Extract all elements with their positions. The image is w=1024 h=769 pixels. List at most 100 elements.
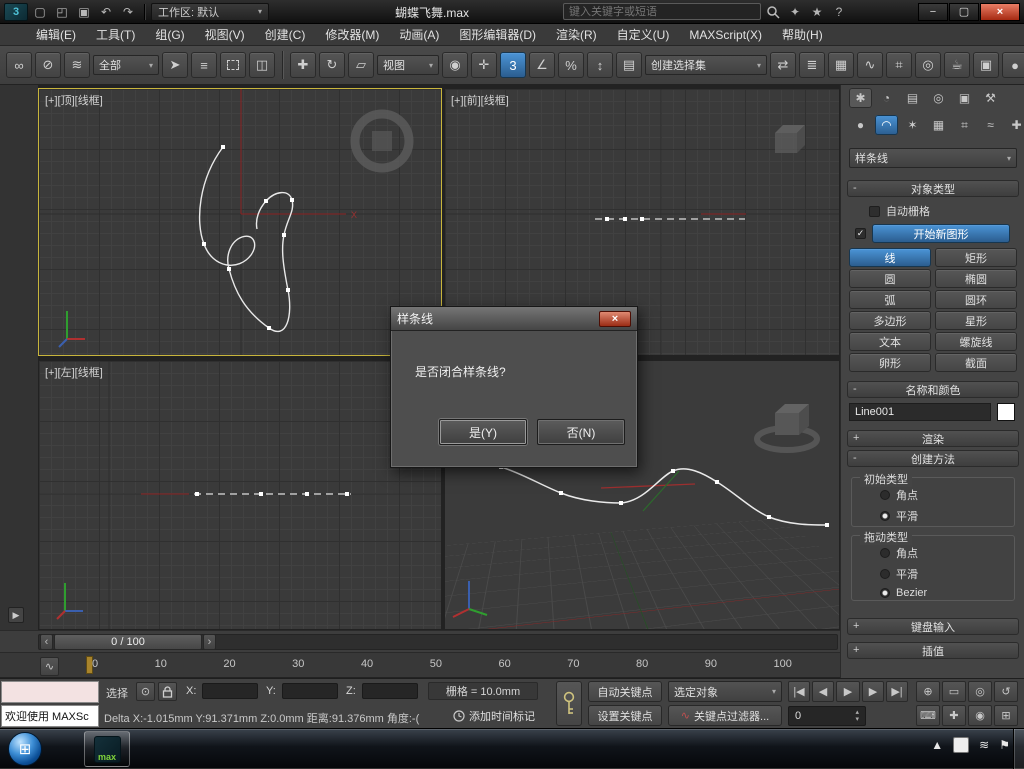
select-manipulate-icon[interactable]: ✛ [471, 52, 497, 78]
schematic-view-icon[interactable]: ⌗ [886, 52, 912, 78]
show-desktop-button[interactable] [1013, 729, 1024, 769]
rollout-keyboard-entry[interactable]: + 键盘输入 [847, 618, 1019, 635]
field-of-view-icon[interactable]: ◉ [968, 705, 992, 726]
x-coordinate-field[interactable] [202, 683, 258, 699]
viewcube[interactable] [757, 404, 817, 450]
start-button[interactable]: ⊞ [8, 732, 42, 766]
subtab-cameras[interactable]: ▦ [927, 115, 950, 135]
autogrid-checkbox[interactable] [869, 206, 880, 217]
time-slider[interactable]: ‹ 0 / 100 › [0, 630, 840, 652]
tab-motion[interactable]: ◎ [927, 88, 950, 108]
minimize-button[interactable]: − [918, 3, 948, 21]
zoom-extents-icon[interactable]: ◎ [968, 681, 992, 702]
select-by-name-icon[interactable]: ≡ [191, 52, 217, 78]
network-icon[interactable]: ≋ [979, 738, 989, 752]
dialog-close-icon[interactable]: × [599, 311, 631, 327]
menu-group[interactable]: 组(G) [145, 23, 194, 46]
curve-editor-icon[interactable]: ∿ [857, 52, 883, 78]
subtab-lights[interactable]: ✶ [901, 115, 924, 135]
current-frame-field[interactable]: 0 ▴▾ [788, 706, 866, 726]
open-file-icon[interactable]: ◰ [52, 3, 72, 21]
subtab-systems[interactable]: ✚ [1005, 115, 1024, 135]
radio-drag-bezier[interactable]: Bezier [880, 587, 1014, 599]
percent-snap-icon[interactable]: % [558, 52, 584, 78]
key-filters-button[interactable]: ∿ 关键点过滤器... [668, 705, 782, 726]
taskbar-3dsmax-app[interactable]: max [84, 731, 130, 767]
viewport-top[interactable]: [+][顶][线框] X [38, 88, 442, 356]
subtab-helpers[interactable]: ⌗ [953, 115, 976, 135]
spinner-icon[interactable]: ▴▾ [855, 709, 859, 723]
rendered-frame-icon[interactable]: ▣ [973, 52, 999, 78]
redo-icon[interactable]: ↷ [118, 3, 138, 21]
select-and-link-icon[interactable]: ∞ [6, 52, 32, 78]
spinner-snap-icon[interactable]: ↕ [587, 52, 613, 78]
menu-customize[interactable]: 自定义(U) [607, 23, 680, 46]
menu-rendering[interactable]: 渲染(R) [546, 23, 607, 46]
subtab-geometry[interactable]: ● [849, 115, 872, 135]
selection-filter-dropdown[interactable]: 全部 ▾ [93, 55, 159, 75]
add-time-tag[interactable]: 添加时间标记 [438, 706, 550, 726]
no-button[interactable]: 否(N) [537, 419, 625, 445]
button-section[interactable]: 截面 [935, 353, 1017, 372]
object-color-swatch[interactable] [997, 403, 1015, 421]
viewport-front-label[interactable]: [+][前][线框] [451, 92, 509, 108]
maximize-viewport-icon[interactable]: ⊞ [994, 705, 1018, 726]
z-coordinate-field[interactable] [362, 683, 418, 699]
window-crossing-icon[interactable]: ◫ [249, 52, 275, 78]
tab-utilities[interactable]: ⚒ [979, 88, 1002, 108]
subtab-shapes[interactable]: ◠ [875, 115, 898, 135]
rectangular-selection-icon[interactable] [220, 52, 246, 78]
move-icon[interactable]: ✚ [290, 52, 316, 78]
angle-snap-icon[interactable]: ∠ [529, 52, 555, 78]
maximize-button[interactable]: ▢ [949, 3, 979, 21]
menu-graph-editors[interactable]: 图形编辑器(D) [449, 23, 546, 46]
rotate-icon[interactable]: ↻ [319, 52, 345, 78]
menu-maxscript[interactable]: MAXScript(X) [679, 25, 772, 45]
orbit-icon[interactable]: ↺ [994, 681, 1018, 702]
tray-expand-icon[interactable]: ▲ [931, 738, 943, 752]
expand-panel-arrow-icon[interactable]: ▶ [8, 607, 24, 623]
menu-create[interactable]: 创建(C) [255, 23, 316, 46]
set-key-button[interactable]: 设置关键点 [588, 705, 662, 726]
undo-icon[interactable]: ↶ [96, 3, 116, 21]
material-editor-icon[interactable]: ◎ [915, 52, 941, 78]
auto-key-button[interactable]: 自动关键点 [588, 681, 662, 702]
y-coordinate-field[interactable] [282, 683, 338, 699]
rollout-name-color[interactable]: - 名称和颜色 [847, 381, 1019, 398]
search-icon[interactable] [763, 3, 783, 21]
yes-button[interactable]: 是(Y) [439, 419, 527, 445]
rollout-creation-method[interactable]: - 创建方法 [847, 450, 1019, 467]
next-frame-icon[interactable]: ▶ [862, 681, 884, 702]
render-production-icon[interactable]: ● [1002, 52, 1024, 78]
mini-curve-editor-icon[interactable]: ∿ [40, 657, 59, 676]
menu-animation[interactable]: 动画(A) [389, 23, 449, 46]
mirror-icon[interactable]: ⇄ [770, 52, 796, 78]
button-ngon[interactable]: 多边形 [849, 311, 931, 330]
tab-create[interactable]: ✱ [849, 88, 872, 108]
reference-coordinate-dropdown[interactable]: 视图 ▾ [377, 55, 439, 75]
viewcube[interactable] [372, 131, 392, 151]
render-setup-icon[interactable]: ☕ [944, 52, 970, 78]
zoom-icon[interactable]: ⊕ [916, 681, 940, 702]
menu-modifiers[interactable]: 修改器(M) [315, 23, 389, 46]
snap-3d-icon[interactable]: 3 [500, 52, 526, 78]
button-rectangle[interactable]: 矩形 [935, 248, 1017, 267]
start-new-shape-button[interactable]: 开始新图形 [872, 224, 1010, 243]
play-icon[interactable]: ▶ [836, 681, 860, 702]
rollout-interpolation[interactable]: + 插值 [847, 642, 1019, 659]
go-to-start-icon[interactable]: |◀ [788, 681, 810, 702]
unlink-selection-icon[interactable]: ⊘ [35, 52, 61, 78]
set-keys-button[interactable] [556, 681, 582, 726]
button-circle[interactable]: 圆 [849, 269, 931, 288]
selection-lock-icon[interactable] [158, 682, 177, 701]
radio-drag-smooth[interactable]: 平滑 [880, 566, 1014, 582]
button-donut[interactable]: 圆环 [935, 290, 1017, 309]
isolate-selection-icon[interactable]: ⊙ [136, 682, 155, 701]
scale-icon[interactable]: ▱ [348, 52, 374, 78]
sign-in-icon[interactable]: ✦ [785, 3, 805, 21]
radio-drag-corner[interactable]: 角点 [880, 545, 1014, 561]
go-to-end-icon[interactable]: ▶| [886, 681, 908, 702]
track-bar[interactable]: ∿ 0 10 20 30 40 50 60 70 80 90 100 [0, 652, 840, 678]
start-new-shape-checkbox[interactable]: ✓ [855, 228, 866, 239]
time-slider-handle[interactable]: 0 / 100 [54, 634, 202, 650]
